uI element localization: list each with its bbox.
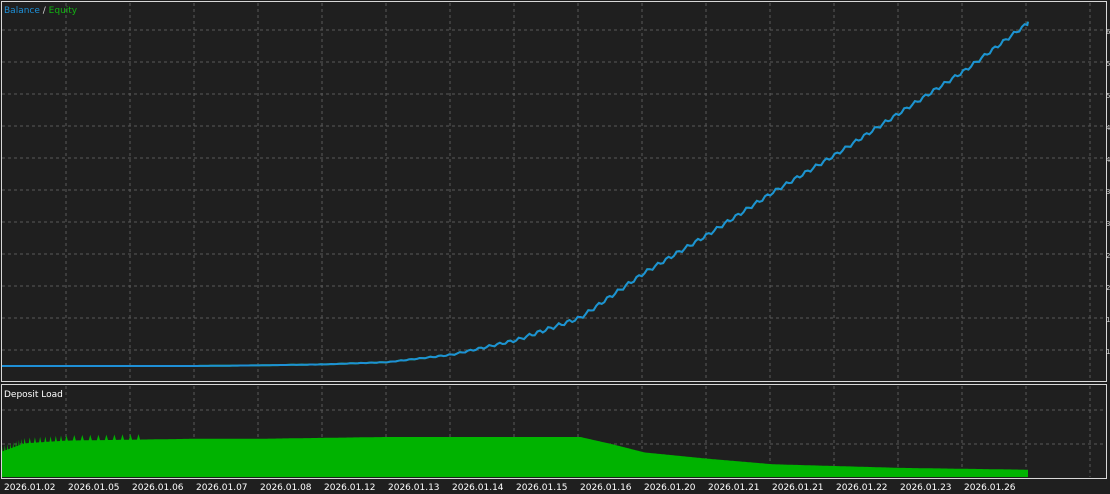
x-tick-label: 2026.01.12: [324, 483, 376, 493]
y-tick-label: 2: [1106, 284, 1110, 292]
y-tick-label: 3: [1106, 188, 1110, 196]
x-tick-label: 2026.01.07: [196, 483, 248, 493]
x-tick-label: 2026.01.21: [772, 483, 824, 493]
y-tick-label: 4: [1106, 124, 1110, 132]
x-tick-label: 2026.01.21: [708, 483, 760, 493]
legend-balance: Balance: [4, 6, 40, 16]
x-tick-label: 2026.01.15: [516, 483, 568, 493]
x-tick-label: 2026.01.13: [388, 483, 440, 493]
y-tick-label: 4: [1106, 156, 1110, 164]
tester-chart: Balance / Equity 6 5 5 4 4 3 3 2 2 1 1 Deposit Loa…: [0, 0, 1110, 494]
chart-background: [0, 0, 1110, 494]
x-tick-label: 2026.01.26: [964, 483, 1016, 493]
deposit-load-label: Deposit Load: [4, 390, 63, 400]
tester-report: Balance / Equity 6 5 5 4 4 3 3 2 2 1 1 Deposit Loa…: [0, 0, 1110, 494]
y-tick-label: 5: [1106, 60, 1110, 68]
x-tick-label: 2026.01.20: [644, 483, 696, 493]
legend-separator: /: [40, 6, 49, 16]
x-tick-label: 2026.01.22: [836, 483, 888, 493]
y-tick-label: 3: [1106, 220, 1110, 228]
x-tick-label: 2026.01.08: [260, 483, 312, 493]
legend: Balance / Equity: [4, 6, 78, 16]
y-tick-label: 6: [1106, 28, 1110, 36]
y-tick-label: 2: [1106, 252, 1110, 260]
y-tick-label: 1: [1106, 316, 1110, 324]
x-tick-label: 2026.01.02: [4, 483, 56, 493]
x-tick-label: 2026.01.05: [68, 483, 120, 493]
x-tick-label: 2026.01.23: [900, 483, 952, 493]
x-tick-label: 2026.01.16: [580, 483, 632, 493]
x-tick-label: 2026.01.06: [132, 483, 184, 493]
y-tick-label: 1: [1106, 348, 1110, 356]
y-tick-label: 5: [1106, 92, 1110, 100]
x-tick-label: 2026.01.14: [452, 483, 504, 493]
legend-equity: Equity: [49, 6, 78, 16]
